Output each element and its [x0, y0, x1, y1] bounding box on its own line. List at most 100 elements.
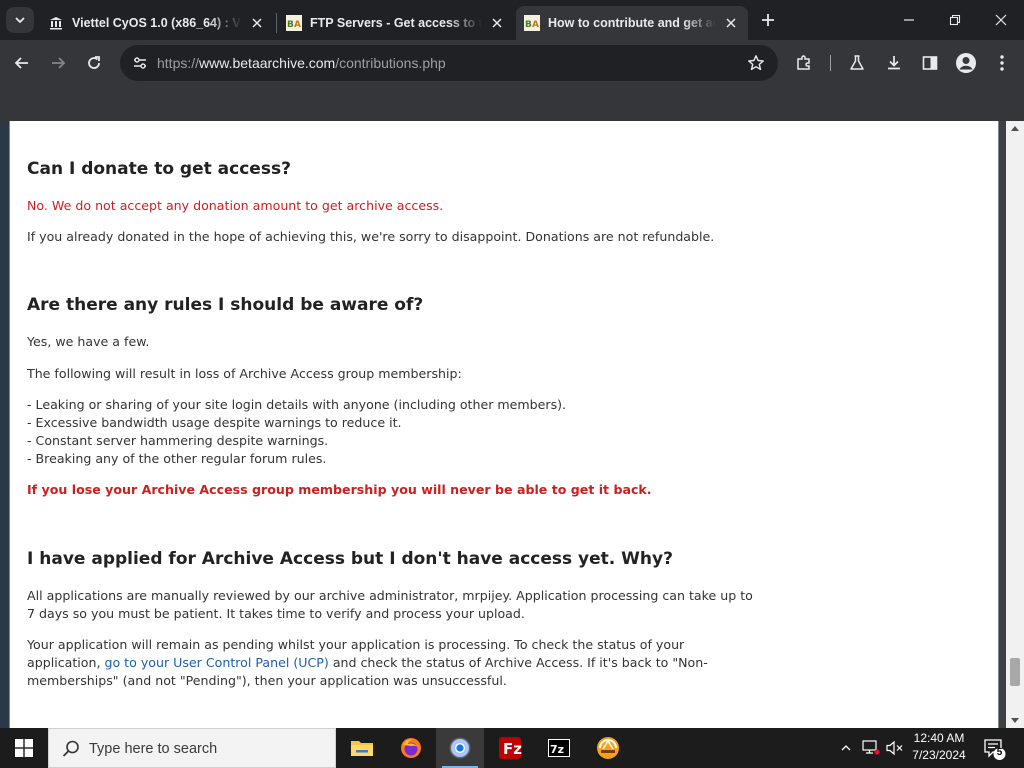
donate-note: If you already donated in the hope of ac… [27, 229, 715, 244]
reload-button[interactable] [79, 48, 109, 78]
back-button[interactable] [7, 48, 37, 78]
tab-ftp-servers[interactable]: BA FTP Servers - Get access to the [278, 6, 514, 40]
network-icon [862, 740, 880, 755]
svg-text:A: A [294, 20, 301, 30]
tab-title: How to contribute and get acc [548, 16, 716, 30]
reload-icon [88, 56, 100, 69]
chevron-down-icon [15, 17, 25, 24]
rule-item: - Constant server hammering despite warn… [27, 433, 329, 448]
svg-text:Fz: Fz [503, 740, 522, 758]
labs-button[interactable] [842, 48, 872, 78]
rule-item: - Leaking or sharing of your site login … [27, 397, 567, 412]
search-placeholder: Type here to search [89, 741, 218, 757]
bookmark-star-icon[interactable] [742, 49, 770, 77]
taskbar-search-box[interactable]: Type here to search [48, 728, 336, 768]
clock-time: 12:40 AM [913, 731, 965, 745]
taskbar-firefox[interactable] [387, 728, 435, 768]
ba-logo-icon: BA [286, 15, 302, 31]
address-bar[interactable]: https://www.betaarchive.com/contribution… [120, 45, 778, 81]
donate-answer: No. We do not accept any donation amount… [27, 198, 444, 213]
forward-button[interactable] [43, 48, 73, 78]
bookmark-bar [0, 86, 1024, 121]
taskbar-file-explorer[interactable] [338, 728, 386, 768]
faq-heading-pending: I have applied for Archive Access but I … [27, 549, 673, 569]
tab-title: FTP Servers - Get access to the [310, 16, 482, 30]
tab-separator [276, 13, 277, 33]
taskbar-vlc-like[interactable] [584, 728, 632, 768]
avatar-icon [956, 53, 976, 73]
7zip-icon: 7z [548, 739, 570, 757]
rules-warning: If you lose your Archive Access group me… [27, 482, 652, 497]
restore-button[interactable] [932, 0, 978, 40]
close-icon[interactable] [248, 14, 266, 32]
download-icon [888, 56, 900, 70]
volume-muted-icon [886, 740, 903, 756]
tab-title: Viettel CyOS 1.0 (x86_64) : Viet [72, 16, 242, 30]
downloads-button[interactable] [879, 48, 909, 78]
notification-count-badge: 5 [996, 747, 1003, 758]
page-content-frame: Can I donate to get access? No. We do no… [9, 121, 999, 728]
page-viewport: Can I donate to get access? No. We do no… [0, 121, 1024, 728]
tab-strip: Viettel CyOS 1.0 (x86_64) : Viet BA FTP … [0, 0, 1024, 40]
extensions-button[interactable] [789, 48, 819, 78]
site-info-icon[interactable] [126, 49, 154, 77]
filezilla-icon: Fz [499, 737, 522, 759]
pending-p1-line2: 7 days so you must be patient. It takes … [27, 606, 525, 621]
kebab-menu-icon [1000, 55, 1004, 71]
search-icon [62, 740, 79, 757]
new-tab-button[interactable] [756, 8, 780, 32]
close-icon[interactable] [488, 14, 506, 32]
start-button[interactable] [0, 728, 48, 768]
scroll-up-arrow-icon[interactable] [1011, 126, 1019, 131]
svg-text:A: A [532, 20, 539, 30]
faq-heading-rules: Are there any rules I should be aware of… [27, 295, 424, 315]
tray-network-button[interactable] [860, 728, 882, 768]
pending-p1-line1: All applications are manually reviewed b… [27, 588, 753, 603]
notification-center-button[interactable]: 5 [980, 734, 1008, 762]
url-scheme: https:// [157, 55, 200, 71]
taskbar-filezilla[interactable]: Fz [486, 728, 534, 768]
tab-contributions[interactable]: BA How to contribute and get acc [516, 6, 748, 40]
rules-lead: The following will result in loss of Arc… [27, 366, 462, 381]
page-scrollbar[interactable] [1006, 121, 1024, 728]
minimize-button[interactable] [886, 0, 932, 40]
clock-date: 7/23/2024 [912, 748, 966, 762]
tab-search-button[interactable] [6, 7, 34, 33]
side-panel-icon [922, 56, 938, 70]
plus-icon [762, 14, 774, 26]
side-panel-button[interactable] [915, 48, 945, 78]
tab-viettel[interactable]: Viettel CyOS 1.0 (x86_64) : Viet [40, 6, 274, 40]
chevron-up-icon [841, 745, 851, 751]
url-text[interactable]: https://www.betaarchive.com/contribution… [157, 55, 446, 71]
close-icon[interactable] [722, 14, 740, 32]
page-left-edge [0, 121, 9, 728]
chrome-icon [449, 737, 471, 759]
museum-icon [48, 15, 64, 31]
menu-button[interactable] [987, 48, 1017, 78]
svg-text:B: B [287, 20, 294, 30]
windows-logo-icon [15, 739, 33, 757]
puzzle-icon [797, 55, 810, 70]
close-window-button[interactable] [978, 0, 1024, 40]
pending-p2-line1: Your application will remain as pending … [27, 637, 685, 652]
pending-p2-line2: application, go to your User Control Pan… [27, 654, 708, 672]
ucp-link[interactable]: go to your User Control Panel (UCP) [104, 655, 328, 670]
scroll-down-arrow-icon[interactable] [1011, 718, 1019, 723]
windows-taskbar: Type here to search Fz 7z 12:40 AM 7/23/… [0, 728, 1024, 768]
svg-text:B: B [525, 20, 532, 30]
svg-text:7z: 7z [550, 743, 564, 756]
taskbar-7zip[interactable]: 7z [535, 728, 583, 768]
tray-volume-button[interactable] [884, 728, 906, 768]
minimize-icon [904, 19, 914, 21]
restore-icon [949, 14, 961, 26]
profile-button[interactable] [951, 48, 981, 78]
taskbar-clock[interactable]: 12:40 AM 7/23/2024 [905, 730, 973, 764]
tray-show-hidden-button[interactable] [836, 728, 856, 768]
rules-intro: Yes, we have a few. [27, 334, 150, 349]
close-icon [995, 14, 1007, 26]
arrow-left-icon [14, 57, 28, 69]
toolbar-divider [830, 55, 831, 71]
scrollbar-thumb[interactable] [1010, 658, 1020, 686]
file-explorer-icon [351, 741, 373, 756]
taskbar-chrome[interactable] [436, 728, 484, 768]
